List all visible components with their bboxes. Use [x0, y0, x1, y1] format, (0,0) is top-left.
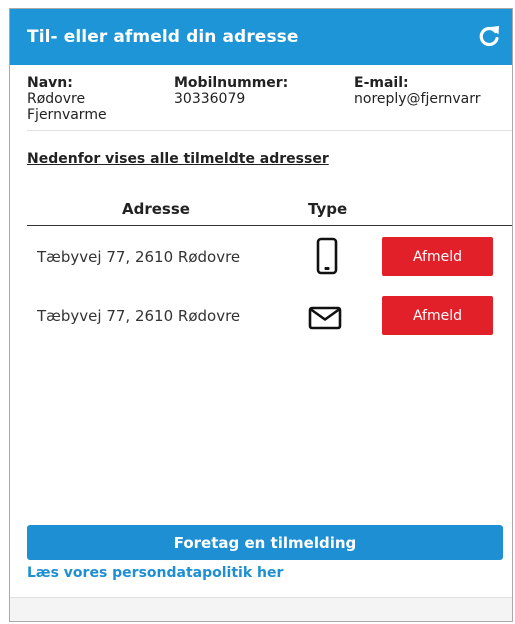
header-bar: Til- eller afmeld din adresse	[10, 9, 512, 65]
email-block: E-mail: noreply@fjernvarr	[354, 75, 481, 107]
column-header-address: Adresse	[122, 200, 190, 218]
name-value-line1: Rødovre	[27, 91, 86, 107]
dialog-frame: Til- eller afmeld din adresse Navn: Rødo…	[9, 8, 513, 622]
name-value-line2: Fjernvarme	[27, 107, 107, 123]
table-header-divider	[27, 225, 512, 226]
mobile-label: Mobilnummer:	[174, 75, 289, 91]
mobile-block: Mobilnummer: 30336079	[174, 75, 288, 107]
privacy-policy-link[interactable]: Læs vores persondatapolitik her	[27, 565, 283, 581]
name-label: Navn:	[27, 75, 73, 91]
footer-bar	[10, 597, 512, 621]
email-label: E-mail:	[354, 75, 409, 91]
mobile-value: 30336079	[174, 91, 246, 107]
refresh-icon[interactable]	[476, 23, 502, 49]
unsubscribe-button[interactable]: Afmeld	[382, 237, 493, 276]
column-header-type: Type	[308, 200, 348, 218]
mobile-phone-icon	[316, 237, 338, 275]
name-block: Navn: Rødovre Fjernvarme	[27, 75, 107, 123]
info-divider	[27, 130, 512, 131]
subscribe-button[interactable]: Foretag en tilmelding	[27, 525, 503, 560]
email-value: noreply@fjernvarr	[354, 91, 481, 107]
envelope-icon	[308, 306, 342, 330]
table-row-address: Tæbyvej 77, 2610 Rødovre	[37, 307, 241, 325]
section-title: Nedenfor vises alle tilmeldte adresser	[27, 151, 329, 167]
unsubscribe-button[interactable]: Afmeld	[382, 296, 493, 335]
header-title: Til- eller afmeld din adresse	[27, 27, 299, 47]
table-row-address: Tæbyvej 77, 2610 Rødovre	[37, 248, 241, 266]
